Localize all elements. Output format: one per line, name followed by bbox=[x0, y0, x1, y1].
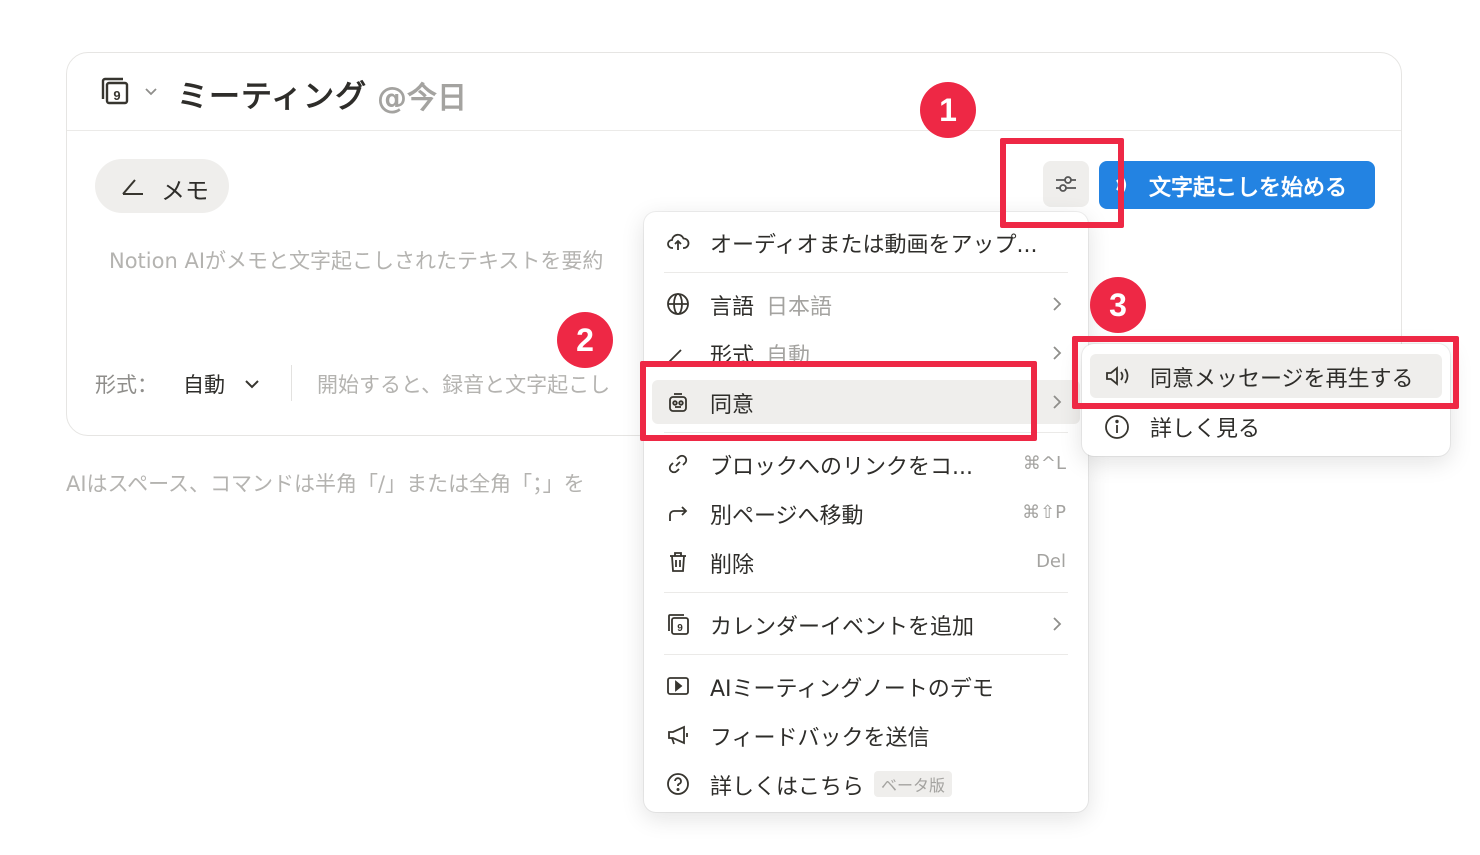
divider bbox=[291, 365, 292, 401]
menu-item-learn-more[interactable]: 詳しくはこちら ベータ版 bbox=[652, 762, 1080, 806]
annotation-badge-3: 3 bbox=[1090, 277, 1146, 333]
language-value: 日本語 bbox=[766, 295, 833, 320]
menu-item-label: フィードバックを送信 bbox=[710, 726, 930, 751]
menu-divider bbox=[664, 654, 1068, 655]
menu-item-move[interactable]: 別ページへ移動 ⌘⇧P bbox=[652, 491, 1080, 535]
menu-divider bbox=[664, 592, 1068, 593]
globe-icon bbox=[667, 293, 689, 315]
menu-item-label: 言語 bbox=[710, 295, 755, 320]
memo-tab-button[interactable]: メモ bbox=[95, 159, 229, 213]
menu-divider bbox=[664, 272, 1068, 273]
shortcut-hint: Del bbox=[1036, 551, 1066, 572]
annotation-badge-2: 2 bbox=[557, 312, 613, 368]
pencil-icon bbox=[122, 179, 143, 195]
menu-item-feedback[interactable]: フィードバックを送信 bbox=[652, 713, 1080, 757]
play-video-icon bbox=[667, 677, 689, 695]
menu-item-label: 削除 bbox=[710, 553, 755, 578]
chevron-right-icon bbox=[1053, 395, 1062, 409]
chevron-down-icon[interactable] bbox=[243, 375, 261, 397]
cloud-upload-icon bbox=[667, 233, 690, 250]
help-circle-icon bbox=[667, 773, 689, 795]
calendar-icon: 9 bbox=[668, 614, 689, 635]
ai-command-hint: AIはスペース、コマンドは半角「/」または全角「；」を bbox=[66, 472, 585, 496]
svg-text:9: 9 bbox=[113, 88, 120, 103]
menu-item-demo[interactable]: AIミーティングノートのデモ bbox=[652, 664, 1080, 708]
menu-item-delete[interactable]: 削除 Del bbox=[652, 540, 1080, 584]
shortcut-hint: ⌘^L bbox=[1022, 453, 1066, 474]
settings-menu: オーディオまたは動画をアップ... 言語 日本語 形式 自動 同意 ブロックへのリン… bbox=[644, 212, 1088, 812]
info-icon bbox=[1105, 415, 1129, 439]
trash-icon bbox=[670, 552, 686, 572]
menu-item-label: カレンダーイベントを追加 bbox=[710, 615, 975, 640]
format-select-value[interactable]: 自動 bbox=[183, 369, 225, 399]
beta-badge: ベータ版 bbox=[874, 771, 953, 797]
svg-text:9: 9 bbox=[677, 623, 683, 634]
link-icon bbox=[668, 454, 688, 474]
start-transcription-label: 文字起こしを始める bbox=[1149, 176, 1348, 201]
chevron-right-icon bbox=[1053, 297, 1062, 311]
menu-item-copy-link[interactable]: ブロックへのリンクをコ... ⌘^L bbox=[652, 442, 1080, 486]
submenu-item-learn-more[interactable]: 詳しく見る bbox=[1090, 404, 1442, 448]
shortcut-hint: ⌘⇧P bbox=[1022, 502, 1066, 523]
annotation-highlight-2 bbox=[640, 361, 1037, 441]
annotation-badge-1: 1 bbox=[920, 82, 976, 138]
menu-item-label: 詳しくはこちら bbox=[710, 775, 865, 800]
megaphone-icon bbox=[668, 725, 688, 745]
format-label: 形式： bbox=[95, 373, 158, 397]
memo-label: メモ bbox=[161, 177, 209, 205]
meeting-title[interactable]: ミーティング bbox=[177, 71, 367, 116]
arrow-turn-right-icon bbox=[669, 506, 688, 521]
meeting-date-mention[interactable]: @今日 bbox=[377, 73, 467, 117]
start-hint-text: 開始すると、録音と文字起こし bbox=[317, 373, 611, 397]
annotation-highlight-1 bbox=[1000, 138, 1124, 228]
meeting-header: 9 ミーティング @今日 bbox=[67, 53, 1401, 131]
menu-item-add-calendar[interactable]: 9 カレンダーイベントを追加 bbox=[652, 602, 1080, 646]
submenu-item-label: 詳しく見る bbox=[1150, 417, 1261, 442]
menu-item-label: オーディオまたは動画をアップ... bbox=[710, 233, 1038, 258]
menu-item-language[interactable]: 言語 日本語 bbox=[652, 282, 1080, 326]
chevron-down-icon[interactable] bbox=[143, 83, 159, 99]
chevron-right-icon bbox=[1053, 346, 1062, 360]
menu-item-label: 別ページへ移動 bbox=[710, 504, 864, 529]
menu-item-label: ブロックへのリンクをコ... bbox=[710, 455, 973, 480]
annotation-highlight-3 bbox=[1072, 336, 1459, 409]
start-transcription-button[interactable]: 文字起こしを始める bbox=[1099, 161, 1375, 209]
summary-placeholder[interactable]: Notion AIがメモと文字起こしされたテキストを要約 bbox=[109, 245, 649, 275]
chevron-right-icon bbox=[1053, 617, 1062, 631]
calendar-icon[interactable]: 9 bbox=[99, 75, 131, 107]
menu-item-label: AIミーティングノートのデモ bbox=[710, 677, 994, 702]
